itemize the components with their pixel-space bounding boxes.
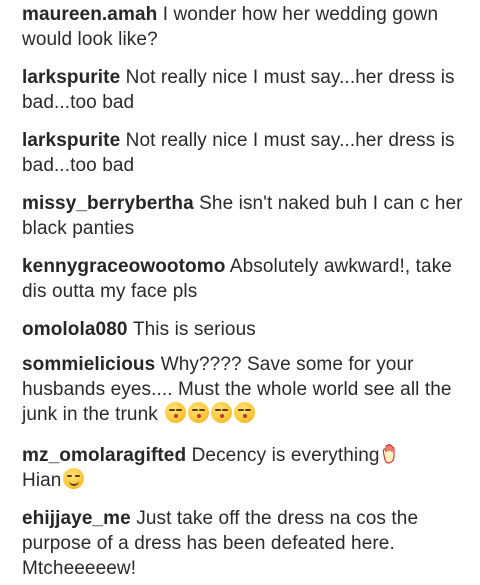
- comment-item: missy_berrybertha She isn't naked buh I …: [22, 191, 472, 241]
- comment-username[interactable]: larkspurite: [22, 130, 120, 151]
- comment-text: Decency is everything: [191, 445, 380, 466]
- comment-username[interactable]: ehijjaye_me: [22, 508, 131, 529]
- comment-item: mz_omolaragifted Decency is everything H…: [22, 443, 472, 493]
- comment-text-continued: Hian: [22, 470, 62, 491]
- kissing-face-icon: [165, 402, 187, 423]
- comment-item: ehijjaye_me Just take off the dress na c…: [22, 506, 472, 581]
- comment-username[interactable]: sommielicious: [22, 354, 155, 375]
- comment-item: maureen.amah I wonder how her wedding go…: [22, 2, 472, 52]
- kissing-face-icon: [188, 402, 210, 423]
- comment-username[interactable]: missy_berrybertha: [22, 193, 194, 214]
- smirking-face-icon: [63, 468, 85, 489]
- comment-item: omololа080 This is serious: [22, 317, 472, 342]
- comment-username[interactable]: mz_omolaragifted: [22, 445, 186, 466]
- comment-username[interactable]: omololа080: [22, 319, 128, 340]
- comment-item: sommielicious Why???? Save some for your…: [22, 352, 472, 427]
- comment-username[interactable]: kennygraceowootomo: [22, 256, 225, 277]
- comment-username[interactable]: maureen.amah: [22, 4, 157, 25]
- comment-item: larkspurite Not really nice I must say..…: [22, 65, 472, 115]
- comment-text: This is serious: [132, 319, 256, 340]
- comment-item: larkspurite Not really nice I must say..…: [22, 128, 472, 178]
- kissing-face-icon: [234, 402, 256, 423]
- comment-item: kennygraceowootomo Absolutely awkward!, …: [22, 254, 472, 304]
- kissing-face-icon: [211, 402, 233, 423]
- raised-hand-icon: [380, 443, 400, 465]
- comment-username[interactable]: larkspurite: [22, 67, 120, 88]
